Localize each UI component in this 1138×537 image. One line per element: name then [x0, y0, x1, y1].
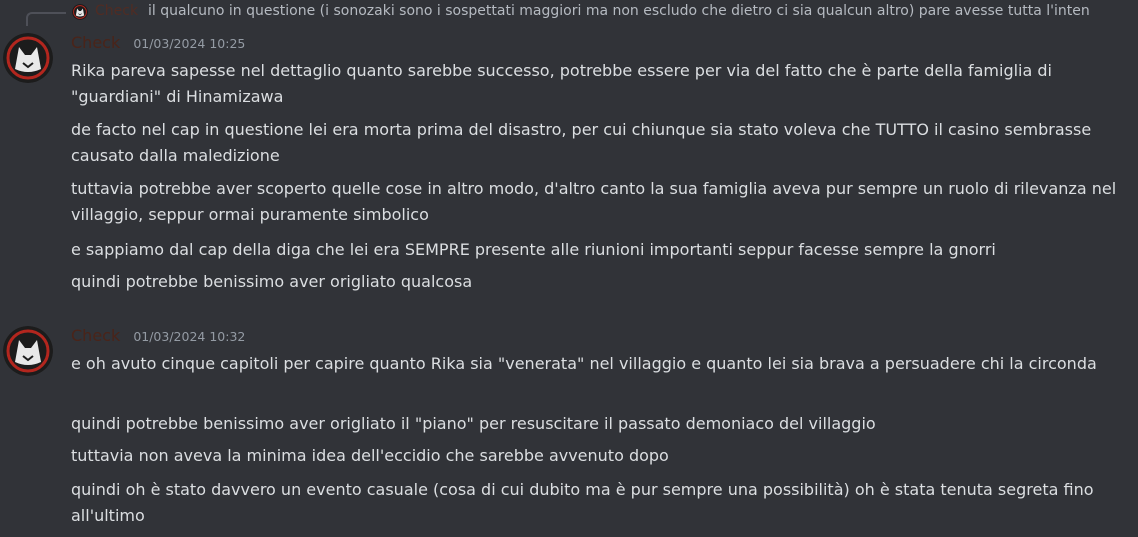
- wolf-avatar-icon[interactable]: [72, 4, 88, 20]
- reply-preview-text[interactable]: il qualcuno in questione (i sonozaki son…: [148, 3, 1090, 19]
- wolf-avatar-icon[interactable]: [3, 326, 53, 376]
- message-line: de facto nel cap in questione lei era mo…: [71, 120, 1092, 165]
- message-author[interactable]: Check: [71, 33, 120, 52]
- message-line: quindi potrebbe benissimo aver origliato…: [71, 414, 876, 433]
- message-line: quindi oh è stato davvero un evento casu…: [71, 480, 1094, 525]
- message-line: e sappiamo dal cap della diga che lei er…: [71, 240, 996, 259]
- reply-reference[interactable]: Check il qualcuno in questione (i sonoza…: [0, 0, 1138, 26]
- reply-author[interactable]: Check: [95, 3, 138, 19]
- message-timestamp[interactable]: 01/03/2024 10:32: [133, 329, 245, 344]
- wolf-avatar-icon[interactable]: [3, 33, 53, 83]
- message-timestamp[interactable]: 01/03/2024 10:25: [133, 36, 245, 51]
- message-line: e oh avuto cinque capitoli per capire qu…: [71, 354, 1097, 373]
- message-header: Check 01/03/2024 10:32: [71, 326, 245, 348]
- message-line: quindi potrebbe benissimo aver origliato…: [71, 272, 473, 291]
- message-line: tuttavia potrebbe aver scoperto quelle c…: [71, 179, 1117, 224]
- message-header: Check 01/03/2024 10:25: [71, 33, 245, 55]
- message-author[interactable]: Check: [71, 326, 120, 345]
- reply-spine: [26, 12, 66, 26]
- message-line: tuttavia non aveva la minima idea dell'e…: [71, 446, 669, 465]
- message-line: Rika pareva sapesse nel dettaglio quanto…: [71, 61, 1052, 106]
